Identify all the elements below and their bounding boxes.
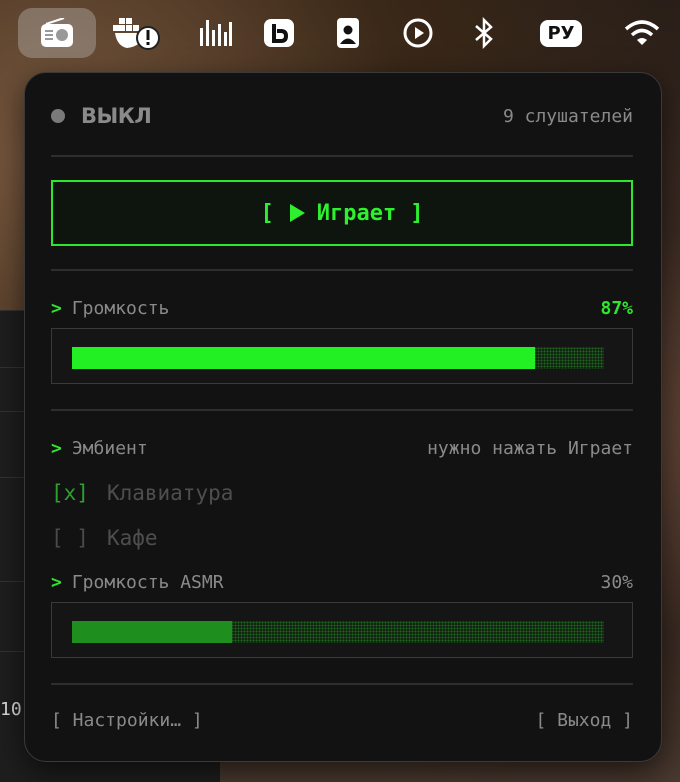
docker-alert-icon [113,18,160,50]
play-button[interactable]: [ Играет ] [51,180,633,246]
background-window-text: 10 [0,699,22,720]
checkbox-mark: [x] [51,481,89,505]
language-icon: РУ [540,19,582,47]
volume-slider[interactable] [51,328,633,384]
play-button-label: Играет [316,200,397,226]
prompt-symbol: > [51,437,62,459]
divider [51,155,633,157]
asmr-volume-value: 30% [600,571,633,593]
ambient-label: Эмбиент [71,437,148,459]
divider [51,269,633,271]
settings-button[interactable]: [ Настройки… ] [51,710,203,734]
menu-bar: РУ [0,0,680,64]
play-circle-icon [403,18,433,48]
prompt-symbol: > [51,571,62,593]
status-row: ВЫКЛ 9 слушателей [51,103,633,129]
footer-row: [ Настройки… ] [ Выход ] [51,710,633,734]
cafe-checkbox[interactable]: [ ] Кафе [51,523,633,553]
divider [51,409,633,411]
status-label: ВЫКЛ [81,104,152,128]
prompt-symbol: > [51,297,62,319]
wifi-menu-item[interactable] [622,8,662,58]
b-app-menu-item[interactable] [262,8,296,58]
asmr-volume-slider-fill [72,621,232,643]
volume-label: Громкость [71,297,170,319]
divider [51,683,633,685]
radio-menu-item[interactable] [18,8,96,58]
listener-count: 9 слушателей [502,105,633,127]
asmr-volume-label: Громкость ASMR [71,571,224,593]
play-triangle-icon [289,204,305,222]
keyboard-label: Клавиатура [106,481,234,505]
language-menu-item[interactable]: РУ [536,8,586,58]
volume-label-row: > Громкость 87% [51,296,633,320]
badge-menu-item[interactable] [334,8,362,58]
bluetooth-menu-item[interactable] [470,8,498,58]
play-button-close-bracket: ] [410,200,424,226]
asmr-volume-label-row: > Громкость ASMR 30% [51,570,633,594]
volume-value: 87% [600,297,633,319]
radio-icon [41,18,73,47]
checkbox-mark: [ ] [51,526,89,550]
radio-popover: ВЫКЛ 9 слушателей [ Играет ] > Громкость … [24,72,662,762]
play-button-open-bracket: [ [260,200,274,226]
play-menu-item[interactable] [400,8,436,58]
ambient-label-row: > Эмбиент нужно нажать Играет [51,436,633,460]
cafe-label: Кафе [106,526,158,550]
wifi-icon [624,20,660,45]
keyboard-checkbox[interactable]: [x] Клавиатура [51,478,633,508]
volume-slider-track [72,347,604,369]
bluetooth-icon [475,17,493,49]
quit-button[interactable]: [ Выход ] [535,710,633,734]
audio-bars-icon [200,20,232,46]
volume-slider-fill [72,347,535,369]
b-app-icon [264,19,294,47]
asmr-volume-slider[interactable] [51,602,633,658]
docker-menu-item[interactable] [112,8,162,58]
ambient-hint: нужно нажать Играет [427,437,633,459]
asmr-volume-slider-track [72,621,604,643]
badge-icon [337,18,359,48]
status-dot-icon [51,109,65,123]
audio-menu-item[interactable] [196,8,236,58]
